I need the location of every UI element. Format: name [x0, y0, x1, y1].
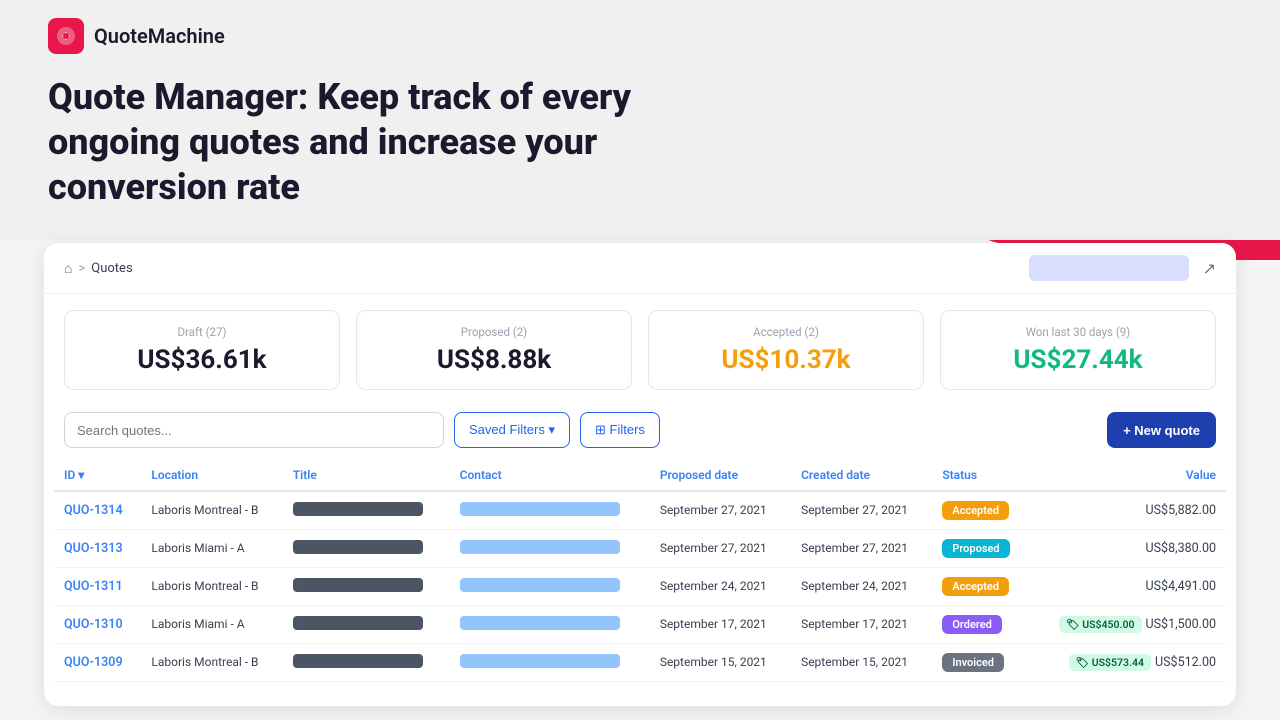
- status-badge: Invoiced: [942, 653, 1004, 672]
- created-date: September 27, 2021: [801, 541, 908, 555]
- contact-bar: [460, 616, 620, 630]
- hero-section: Quote Manager: Keep track of every ongoi…: [48, 75, 728, 210]
- stat-draft-label: Draft (27): [83, 325, 321, 339]
- contact-bar: [460, 540, 620, 554]
- search-wrap: [64, 412, 444, 448]
- title-bar: [293, 578, 423, 592]
- new-quote-button[interactable]: + New quote: [1107, 412, 1216, 448]
- search-input[interactable]: [64, 412, 444, 448]
- quotes-table-wrap: ID ▾ Location Title Contact Proposed dat…: [44, 460, 1236, 682]
- stat-won-value: US$27.44k: [959, 345, 1197, 375]
- stat-proposed[interactable]: Proposed (2) US$8.88k: [356, 310, 632, 390]
- contact-bar: [460, 578, 620, 592]
- value-text: US$1,500.00: [1146, 617, 1216, 632]
- created-date: September 27, 2021: [801, 503, 908, 517]
- location-text: Laboris Miami - A: [151, 541, 244, 555]
- status-badge: Accepted: [942, 501, 1009, 520]
- stat-proposed-value: US$8.88k: [375, 345, 613, 375]
- status-badge: Proposed: [942, 539, 1009, 558]
- stat-won-label: Won last 30 days (9): [959, 325, 1197, 339]
- location-text: Laboris Miami - A: [151, 617, 244, 631]
- col-created-date[interactable]: Created date: [791, 460, 932, 491]
- table-header-row: ID ▾ Location Title Contact Proposed dat…: [54, 460, 1226, 491]
- main-card: ⌂ > Quotes ↗ Draft (27) US$36.61k Propos…: [44, 243, 1236, 706]
- col-proposed-date[interactable]: Proposed date: [650, 460, 791, 491]
- proposed-date: September 15, 2021: [660, 655, 767, 669]
- table-row[interactable]: QUO-1314 Laboris Montreal - B September 27…: [54, 491, 1226, 530]
- brand-name: QuoteMachine: [94, 24, 225, 48]
- contact-bar: [460, 502, 620, 516]
- breadcrumb-separator: >: [78, 261, 85, 276]
- location-text: Laboris Montreal - B: [151, 503, 258, 517]
- location-text: Laboris Montreal - B: [151, 579, 258, 593]
- saved-filters-button[interactable]: Saved Filters ▾: [454, 412, 570, 448]
- proposed-date: September 17, 2021: [660, 617, 767, 631]
- home-icon[interactable]: ⌂: [64, 260, 72, 277]
- status-badge: Accepted: [942, 577, 1009, 596]
- breadcrumb-page: Quotes: [91, 261, 132, 276]
- quote-id-link[interactable]: QUO-1311: [64, 579, 123, 594]
- hero-heading: Quote Manager: Keep track of every ongoi…: [48, 75, 728, 210]
- value-text: US$5,882.00: [1146, 503, 1216, 518]
- location-text: Laboris Montreal - B: [151, 655, 258, 669]
- quotes-table: ID ▾ Location Title Contact Proposed dat…: [54, 460, 1226, 682]
- quote-id-link[interactable]: QUO-1310: [64, 617, 123, 632]
- quote-id-link[interactable]: QUO-1313: [64, 541, 123, 556]
- filters-label: ⊞ Filters: [595, 422, 645, 438]
- proposed-date: September 24, 2021: [660, 579, 767, 593]
- table-row[interactable]: QUO-1310 Laboris Miami - A September 17, 2…: [54, 606, 1226, 644]
- value-text: US$8,380.00: [1146, 541, 1216, 556]
- filters-button[interactable]: ⊞ Filters: [580, 412, 660, 448]
- stats-row: Draft (27) US$36.61k Proposed (2) US$8.8…: [44, 294, 1236, 406]
- stat-proposed-label: Proposed (2): [375, 325, 613, 339]
- title-bar: [293, 654, 423, 668]
- card-topbar: ⌂ > Quotes ↗: [44, 243, 1236, 294]
- stat-accepted-label: Accepted (2): [667, 325, 905, 339]
- col-title[interactable]: Title: [283, 460, 450, 491]
- created-date: September 17, 2021: [801, 617, 908, 631]
- quote-id-link[interactable]: QUO-1309: [64, 655, 123, 670]
- logo-icon: [48, 18, 84, 54]
- toolbar: Saved Filters ▾ ⊞ Filters + New quote: [44, 406, 1236, 460]
- new-quote-label: + New quote: [1123, 423, 1200, 438]
- col-value[interactable]: Value: [1029, 460, 1226, 491]
- col-contact[interactable]: Contact: [450, 460, 650, 491]
- proposed-date: September 27, 2021: [660, 503, 767, 517]
- value-text: US$4,491.00: [1146, 579, 1216, 594]
- top-search-bar[interactable]: [1029, 255, 1189, 281]
- col-location[interactable]: Location: [141, 460, 282, 491]
- proposed-date: September 27, 2021: [660, 541, 767, 555]
- title-bar: [293, 616, 423, 630]
- created-date: September 24, 2021: [801, 579, 908, 593]
- header: QuoteMachine: [48, 18, 225, 54]
- quote-id-link[interactable]: QUO-1314: [64, 503, 123, 518]
- stat-draft-value: US$36.61k: [83, 345, 321, 375]
- created-date: September 15, 2021: [801, 655, 908, 669]
- saved-filters-label: Saved Filters ▾: [469, 422, 555, 438]
- stat-won[interactable]: Won last 30 days (9) US$27.44k: [940, 310, 1216, 390]
- title-bar: [293, 502, 423, 516]
- stat-accepted-value: US$10.37k: [667, 345, 905, 375]
- discount-badge: 🏷 US$573.44: [1069, 654, 1151, 671]
- status-badge: Ordered: [942, 615, 1002, 634]
- export-icon[interactable]: ↗: [1203, 259, 1216, 278]
- table-row[interactable]: QUO-1313 Laboris Miami - A September 27, 2…: [54, 530, 1226, 568]
- table-row[interactable]: QUO-1311 Laboris Montreal - B September 24…: [54, 568, 1226, 606]
- table-row[interactable]: QUO-1309 Laboris Montreal - B September 15…: [54, 644, 1226, 682]
- col-id[interactable]: ID ▾: [54, 460, 141, 491]
- value-text: US$512.00: [1155, 655, 1216, 670]
- col-status[interactable]: Status: [932, 460, 1029, 491]
- title-bar: [293, 540, 423, 554]
- stat-draft[interactable]: Draft (27) US$36.61k: [64, 310, 340, 390]
- discount-badge: 🏷 US$450.00: [1059, 616, 1141, 633]
- contact-bar: [460, 654, 620, 668]
- stat-accepted[interactable]: Accepted (2) US$10.37k: [648, 310, 924, 390]
